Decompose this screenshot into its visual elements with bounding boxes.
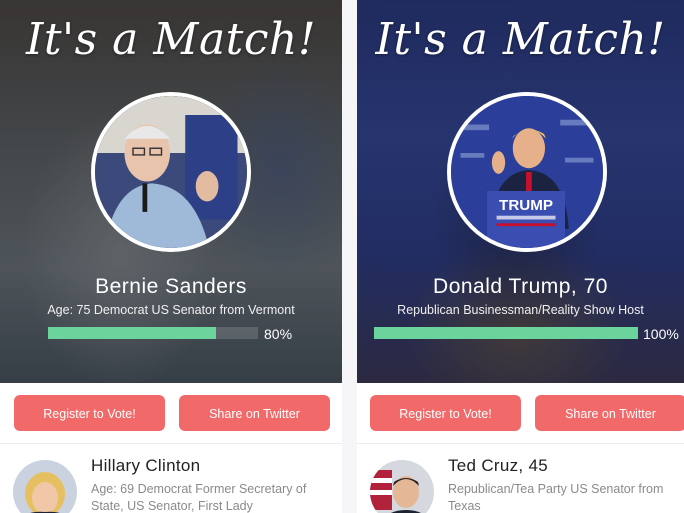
candidate-name: Bernie Sanders	[95, 275, 247, 298]
match-progress-bar	[48, 327, 258, 339]
share-on-twitter-button[interactable]: Share on Twitter	[535, 395, 684, 431]
list-item-hillary[interactable]: Hillary Clinton Age: 69 Democrat Former …	[0, 444, 342, 513]
list-item-bio: Age: 69 Democrat Former Secretary of Sta…	[91, 482, 307, 513]
list-item-name: Ted Cruz, 45	[448, 456, 548, 475]
register-to-vote-button[interactable]: Register to Vote!	[14, 395, 165, 431]
card-gutter	[342, 0, 357, 513]
match-progress-fill	[48, 327, 216, 339]
share-on-twitter-button[interactable]: Share on Twitter	[179, 395, 330, 431]
hero-photo: It's a Match! Bernie Sanders Age: 75 Dem…	[0, 0, 342, 383]
avatar	[370, 460, 434, 513]
match-progress-bar	[374, 327, 638, 339]
avatar	[13, 460, 77, 513]
hero-photo: It's a Match! TRUMP Donald Trump, 70 Rep…	[357, 0, 684, 383]
candidate-avatar: TRUMP	[447, 92, 607, 252]
hillary-portrait-image	[13, 460, 77, 513]
podium-sign-text: TRUMP	[499, 197, 553, 214]
list-item-bio: Republican/Tea Party US Senator from Tex…	[448, 482, 664, 513]
match-title: It's a Match!	[375, 14, 666, 65]
cruz-portrait-image	[370, 460, 434, 513]
register-to-vote-button[interactable]: Register to Vote!	[370, 395, 521, 431]
match-progress-fill	[374, 327, 638, 339]
candidate-bio: Republican Businessman/Reality Show Host	[397, 303, 644, 317]
trump-portrait-image: TRUMP	[451, 96, 603, 248]
match-card-trump: It's a Match! TRUMP Donald Trump, 70 Rep…	[357, 0, 684, 513]
list-item-cruz[interactable]: Ted Cruz, 45 Republican/Tea Party US Sen…	[357, 444, 684, 513]
bernie-portrait-image	[95, 96, 247, 248]
candidate-avatar	[91, 92, 251, 252]
match-card-bernie: It's a Match! Bernie Sanders Age: 75 Dem…	[0, 0, 342, 513]
match-percent: 100%	[643, 326, 679, 342]
candidate-name: Donald Trump, 70	[433, 275, 608, 298]
list-item-name: Hillary Clinton	[91, 456, 201, 475]
candidate-bio: Age: 75 Democrat US Senator from Vermont	[47, 303, 295, 317]
match-percent: 80%	[264, 326, 293, 342]
match-title: It's a Match!	[25, 14, 317, 65]
